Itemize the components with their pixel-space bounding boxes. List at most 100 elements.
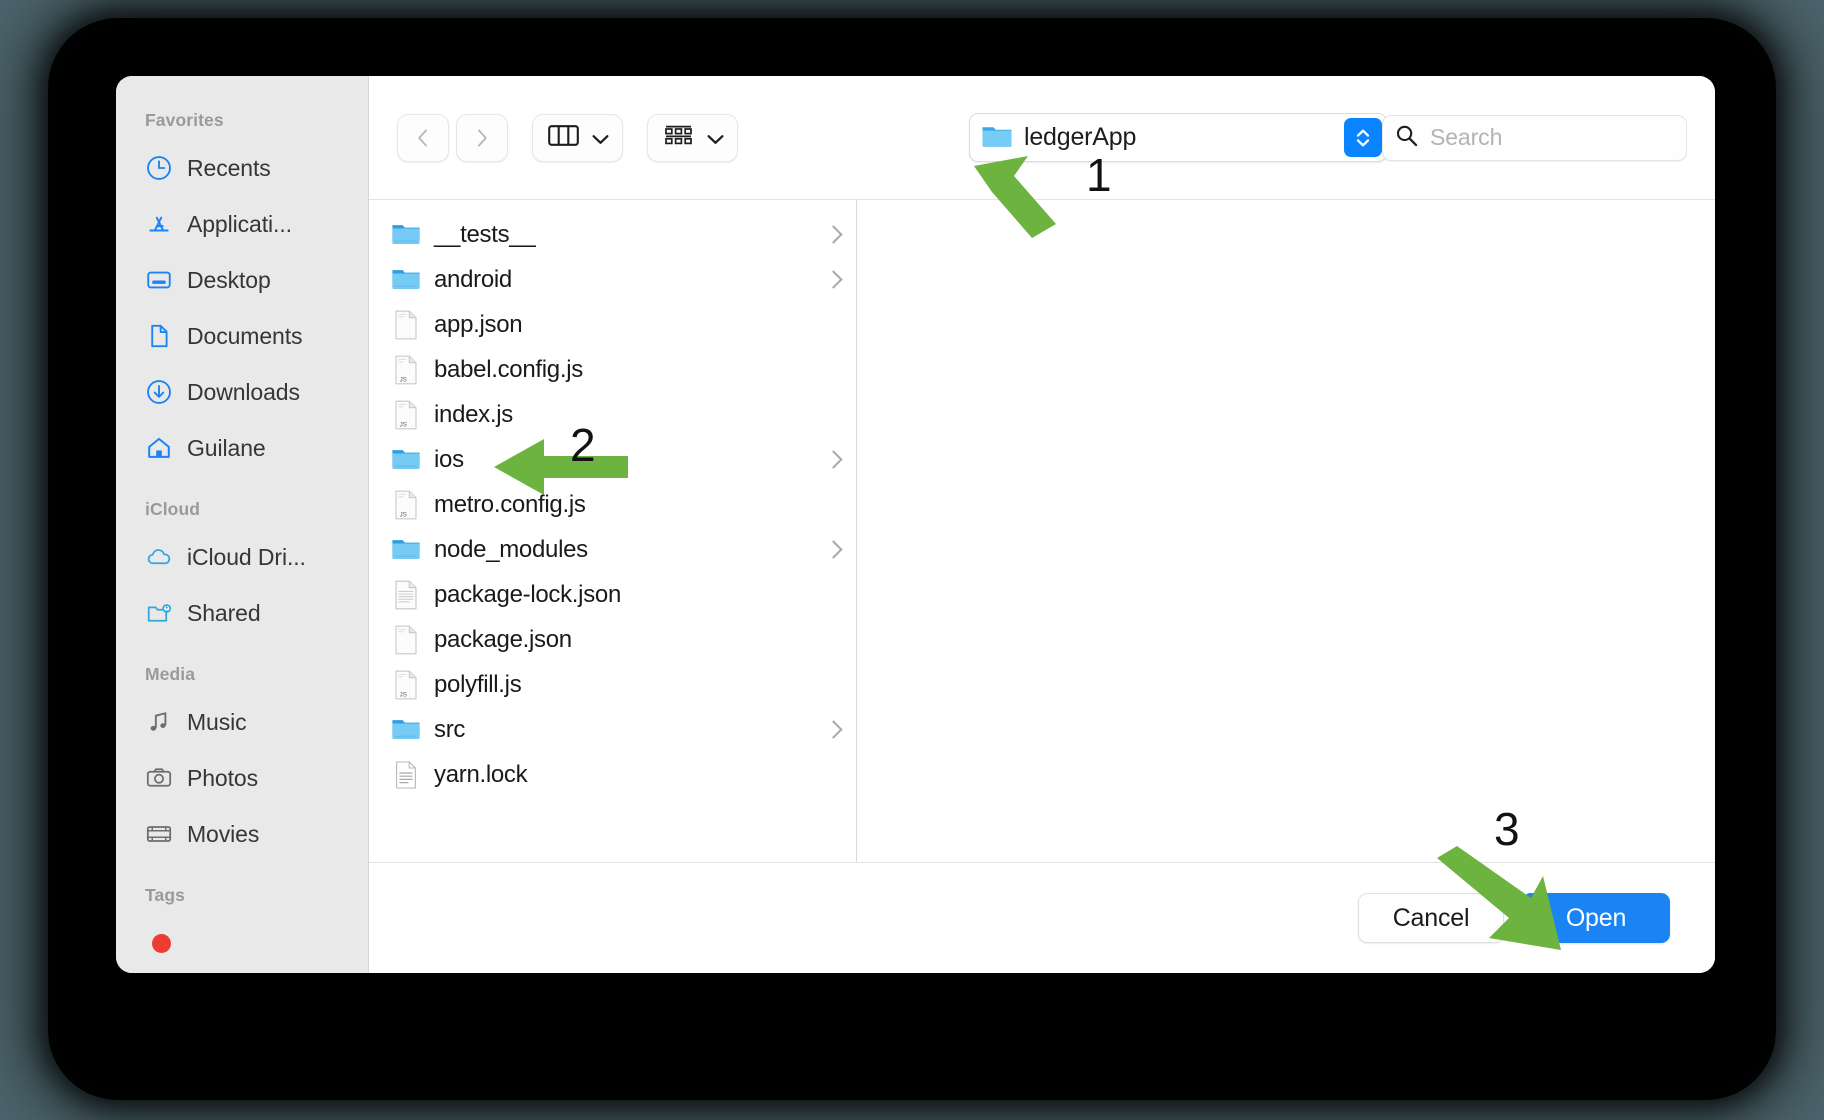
toolbar: ledgerApp Search [369,76,1715,200]
search-input[interactable]: Search [1430,124,1502,151]
file-name: ios [434,445,464,473]
search-icon [1395,124,1418,152]
forward-button[interactable] [456,113,508,162]
sidebar-item-label: Recents [187,154,271,181]
file-icon [391,310,421,340]
music-note-icon [145,708,173,736]
sidebar-group-title: Media [145,664,196,684]
file-name: src [434,715,466,743]
file-row-metro-config-js[interactable]: JS metro.config.js [369,482,856,527]
svg-text:JS: JS [400,376,407,383]
svg-text:JS: JS [400,691,407,698]
group-by-icon [663,123,694,153]
sidebar-item-documents[interactable]: Documents [116,308,368,364]
sidebar-item-tag-red[interactable] [116,915,368,971]
sidebar-group-tags: Tags [116,885,368,971]
file-name: yarn.lock [434,760,528,788]
stepper-up-down-icon[interactable] [1344,118,1382,157]
sidebar-item-label: iCloud Dri... [187,543,306,570]
file-row-index-js[interactable]: JS index.js [369,392,856,437]
sidebar-item-recents[interactable]: Recents [116,140,368,196]
file-row-yarn-lock[interactable]: yarn.lock [369,752,856,797]
file-icon: JS [391,670,421,700]
open-file-dialog: Favorites Recents Applicati... Desktop D… [116,76,1715,973]
sidebar-item-label: Movies [187,820,260,847]
file-name: babel.config.js [434,355,583,383]
sidebar-item-movies[interactable]: Movies [116,806,368,862]
sidebar-group-icloud: iCloud iCloud Dri... Shared [116,499,368,641]
file-row-babel-config-js[interactable]: JS babel.config.js [369,347,856,392]
camera-icon [145,764,173,792]
sidebar-item-label: Guilane [187,434,266,461]
folder-icon [391,220,421,250]
file-icon: JS [391,355,421,385]
file-name: polyfill.js [434,670,522,698]
file-name: app.json [434,310,523,338]
shared-folder-icon [145,599,173,627]
sidebar-item-label: Documents [187,322,303,349]
file-list-column[interactable]: __tests__ android app.json JS babel.conf… [369,200,857,862]
cloud-icon [145,543,173,571]
file-row-app-json[interactable]: app.json [369,302,856,347]
dialog-action-bar: Cancel Open [369,863,1715,973]
file-row-package-json[interactable]: package.json [369,617,856,662]
chevron-left-icon [413,126,433,150]
sidebar-item-label: Shared [187,599,261,626]
file-row-polyfill-js[interactable]: JS polyfill.js [369,662,856,707]
sidebar-item-downloads[interactable]: Downloads [116,364,368,420]
file-name: android [434,265,512,293]
sidebar-item-label: Music [187,708,247,735]
sidebar-item-applications[interactable]: Applicati... [116,196,368,252]
folder-icon [391,265,421,295]
chevron-right-icon [472,126,492,150]
sidebar-group-title: Tags [145,885,185,905]
file-row-android[interactable]: android [369,257,856,302]
folder-icon [391,535,421,565]
file-name: __tests__ [434,220,536,248]
sidebar-item-icloud-drive[interactable]: iCloud Dri... [116,529,368,585]
file-browser: __tests__ android app.json JS babel.conf… [369,200,1715,863]
film-icon [145,820,173,848]
path-popup-label: ledgerApp [1024,123,1137,151]
group-by-button[interactable] [647,113,738,162]
path-popup-button[interactable]: ledgerApp [969,113,1387,162]
svg-text:JS: JS [400,421,407,428]
sidebar-item-label: Applicati... [187,210,292,237]
file-name: node_modules [434,535,588,563]
file-icon [391,580,421,610]
sidebar-item-music[interactable]: Music [116,694,368,750]
sidebar-item-guilane[interactable]: Guilane [116,420,368,476]
chevron-down-icon [707,132,724,144]
disclosure-chevron-icon [824,270,843,289]
view-mode-button[interactable] [532,113,623,162]
search-field[interactable]: Search [1382,114,1687,161]
preview-column [857,200,1715,862]
red-tag-dot-icon [145,929,173,957]
file-name: package-lock.json [434,580,622,608]
sidebar-group-title: iCloud [145,499,201,519]
sidebar-item-label: Photos [187,764,259,791]
sidebar-item-desktop[interactable]: Desktop [116,252,368,308]
disclosure-chevron-icon [824,450,843,469]
sidebar-item-shared[interactable]: Shared [116,585,368,641]
svg-text:JS: JS [400,511,407,518]
file-icon [391,625,421,655]
file-icon [391,760,421,790]
sidebar-item-label: Downloads [187,378,300,405]
chevron-down-icon [592,132,609,144]
dialog-content: ledgerApp Search __tests__ android app.j… [369,76,1715,973]
sidebar-item-label: Desktop [187,266,271,293]
download-icon [145,378,173,406]
open-button[interactable]: Open [1522,893,1670,943]
cancel-button[interactable]: Cancel [1358,893,1504,943]
file-row-node-modules[interactable]: node_modules [369,527,856,572]
file-name: metro.config.js [434,490,586,518]
sidebar-item-photos[interactable]: Photos [116,750,368,806]
file-row-tests[interactable]: __tests__ [369,212,856,257]
file-row-ios[interactable]: ios [369,437,856,482]
file-row-src[interactable]: src [369,707,856,752]
clock-icon [145,154,173,182]
back-button[interactable] [397,113,449,162]
desktop-icon [145,266,173,294]
file-row-package-lock-json[interactable]: package-lock.json [369,572,856,617]
